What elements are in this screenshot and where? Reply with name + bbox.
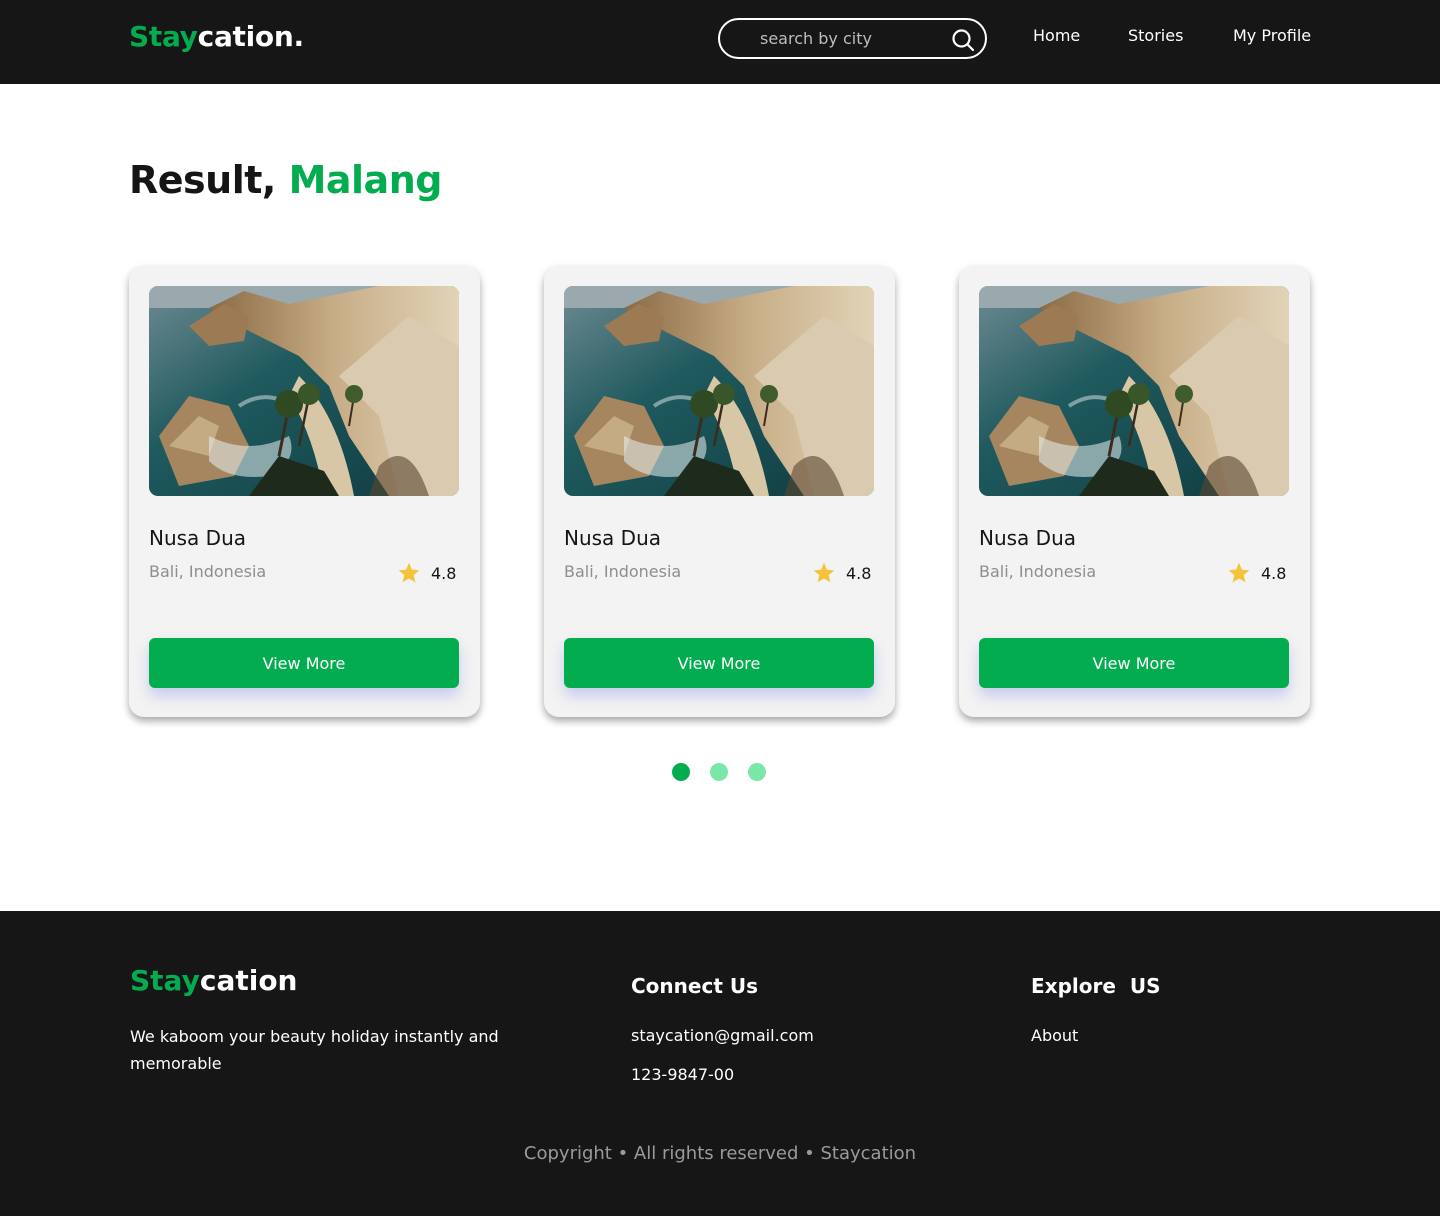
pagination-dot[interactable] — [748, 763, 766, 781]
card-location: Bali, Indonesia — [149, 562, 267, 581]
rating-value: 4.8 — [431, 563, 457, 583]
view-more-button[interactable]: View More — [149, 638, 459, 688]
title-city: Malang — [288, 158, 443, 202]
beach-photo — [564, 286, 874, 496]
card-location: Bali, Indonesia — [979, 562, 1097, 581]
destination-card: Nusa Dua Bali, Indonesia 4.8 View More — [544, 266, 895, 717]
destination-card: Nusa Dua Bali, Indonesia 4.8 View More — [959, 266, 1310, 717]
footer-about-link[interactable]: About — [1031, 1026, 1078, 1045]
card-rating: 4.8 — [1227, 561, 1286, 585]
card-image[interactable] — [149, 286, 459, 496]
nav-stories-link[interactable]: Stories — [1128, 26, 1183, 45]
footer-logo-rest: cation — [199, 964, 298, 997]
footer-logo[interactable]: Staycation — [130, 964, 298, 997]
footer-logo-accent: Stay — [130, 964, 200, 997]
search-box — [718, 18, 987, 59]
card-rating: 4.8 — [397, 561, 456, 585]
nav-home-link[interactable]: Home — [1033, 26, 1080, 45]
search-input[interactable] — [760, 24, 940, 52]
star-icon — [1228, 562, 1250, 583]
logo-accent: Stay — [129, 20, 198, 53]
logo[interactable]: Staycation. — [129, 20, 304, 53]
page-title: Result, Malang — [129, 158, 442, 202]
card-title: Nusa Dua — [564, 526, 662, 550]
top-navbar: Staycation. Home Stories My Profile — [0, 0, 1440, 84]
copyright-text: Copyright • All rights reserved • Stayca… — [523, 1143, 917, 1164]
card-image[interactable] — [979, 286, 1289, 496]
beach-photo — [979, 286, 1289, 496]
star-icon — [398, 562, 420, 583]
card-rating: 4.8 — [812, 561, 871, 585]
footer: Staycation We kaboom your beauty holiday… — [0, 911, 1440, 1216]
destination-card: Nusa Dua Bali, Indonesia 4.8 View More — [129, 266, 480, 717]
title-prefix: Result, — [129, 158, 276, 202]
view-more-button[interactable]: View More — [564, 638, 874, 688]
card-title: Nusa Dua — [149, 526, 247, 550]
pagination-dot[interactable] — [710, 763, 728, 781]
beach-photo — [149, 286, 459, 496]
card-image[interactable] — [564, 286, 874, 496]
footer-tagline: We kaboom your beauty holiday instantly … — [130, 1027, 499, 1073]
nav-my-profile-link[interactable]: My Profile — [1233, 26, 1311, 45]
card-title: Nusa Dua — [979, 526, 1077, 550]
footer-email-link[interactable]: staycation@gmail.com — [631, 1026, 814, 1045]
explore-us-heading: Explore US — [1031, 974, 1161, 998]
pagination-dot[interactable] — [672, 763, 690, 781]
connect-us-heading: Connect Us — [631, 974, 758, 998]
logo-rest: cation. — [197, 20, 304, 53]
view-more-button[interactable]: View More — [979, 638, 1289, 688]
search-icon[interactable] — [951, 28, 975, 52]
footer-phone-link[interactable]: 123-9847-00 — [631, 1065, 734, 1084]
card-location: Bali, Indonesia — [564, 562, 682, 581]
rating-value: 4.8 — [1261, 563, 1287, 583]
star-icon — [813, 562, 835, 583]
rating-value: 4.8 — [846, 563, 872, 583]
